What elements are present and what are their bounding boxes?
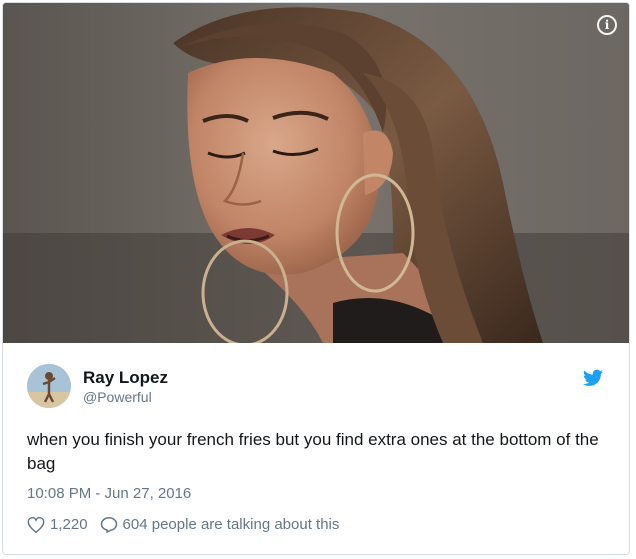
- author-handle[interactable]: @Powerful: [83, 388, 168, 406]
- heart-icon: [27, 516, 45, 533]
- tweet-actions: 1,220 604 people are talking about this: [27, 516, 339, 533]
- twitter-bird-icon[interactable]: [583, 369, 603, 387]
- author-name[interactable]: Ray Lopez: [83, 367, 168, 388]
- avatar-image: [27, 364, 71, 408]
- embedded-tweet-card: i Ray Lopez @Powerful when you finish yo…: [2, 2, 630, 555]
- info-icon[interactable]: i: [597, 15, 617, 35]
- tweet-photo[interactable]: i: [3, 3, 629, 343]
- reply-button[interactable]: 604 people are talking about this: [100, 516, 340, 533]
- speech-bubble-icon: [100, 516, 117, 533]
- woman-with-hoop-earrings-photo: [3, 3, 629, 343]
- tweet-timestamp[interactable]: 10:08 PM - Jun 27, 2016: [27, 485, 191, 502]
- tweet-text: when you finish your french fries but yo…: [27, 430, 599, 473]
- conversation-count: 604 people are talking about this: [122, 516, 340, 533]
- like-button[interactable]: 1,220: [27, 516, 88, 533]
- tweet-author[interactable]: Ray Lopez @Powerful: [27, 364, 168, 408]
- avatar[interactable]: [27, 364, 71, 408]
- like-count: 1,220: [50, 516, 88, 533]
- author-text: Ray Lopez @Powerful: [83, 367, 168, 406]
